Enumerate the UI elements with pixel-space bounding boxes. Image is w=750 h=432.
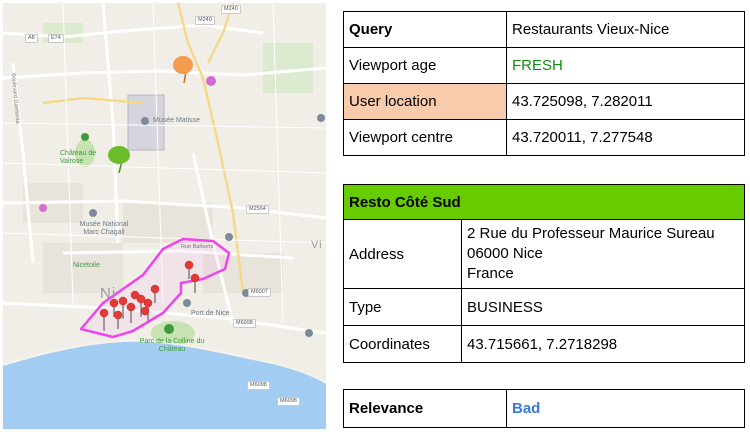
table-row: Address 2 Rue du Professeur Maurice Sure… — [343, 219, 745, 289]
road-shield: M6007 — [248, 288, 271, 297]
viewport-age-value: FRESH — [506, 47, 745, 84]
road-shield: M6098 — [233, 319, 256, 328]
address-line: 06000 Nice — [467, 245, 543, 262]
road-shield: A8 — [25, 34, 38, 43]
relevance-label: Relevance — [343, 389, 507, 428]
query-label: Query — [343, 11, 507, 48]
address-line: 2 Rue du Professeur Maurice Sureau — [467, 225, 715, 242]
query-value: Restaurants Vieux-Nice — [506, 11, 745, 48]
table-row: Type BUSINESS — [343, 288, 745, 326]
address-line: France — [467, 265, 514, 282]
map-label-nicetoile: Nicetoile — [73, 262, 100, 269]
query-table: Query Restaurants Vieux-Nice Viewport ag… — [343, 11, 745, 156]
road-shield: M240 — [195, 16, 215, 25]
table-row: Resto Côté Sud — [343, 184, 745, 220]
type-label: Type — [343, 288, 462, 326]
relevance-table: Relevance Bad — [343, 389, 745, 428]
road-shield: M6098 — [247, 381, 270, 390]
address-value: 2 Rue du Professeur Maurice Sureau 06000… — [461, 219, 745, 289]
map-label-chateau-valrose: Château de Valrose — [60, 150, 97, 165]
map-label-musee-matisse: Musée Matisse — [153, 117, 201, 124]
map-label-vi: Vi — [311, 239, 323, 251]
user-location-label: User location — [343, 83, 507, 120]
road-shield: M2564 — [246, 205, 269, 214]
road-shield: M240 — [221, 5, 241, 14]
viewport-age-label: Viewport age — [343, 47, 507, 84]
relevance-value: Bad — [506, 389, 745, 428]
type-value: BUSINESS — [461, 288, 745, 326]
map-label-port-de-nice: Port de Nice — [191, 310, 230, 317]
table-row: User location 43.725098, 7.282011 — [343, 83, 745, 120]
viewport-centre-value: 43.720011, 7.277548 — [506, 119, 745, 156]
user-location-value: 43.725098, 7.282011 — [506, 83, 745, 120]
map-view[interactable]: Musée Matisse Château de Valrose Musée N… — [3, 3, 326, 429]
road-shield: M6098 — [277, 397, 300, 406]
coordinates-value: 43.715661, 7.2718298 — [461, 325, 745, 363]
coordinates-label: Coordinates — [343, 325, 462, 363]
map-label-nice: Ni — [100, 285, 117, 302]
map-label-rue-barberis: Rue Barberis — [181, 244, 214, 250]
address-label: Address — [343, 219, 462, 289]
table-row: Coordinates 43.715661, 7.2718298 — [343, 325, 745, 363]
table-row: Query Restaurants Vieux-Nice — [343, 11, 745, 48]
road-shield: E74 — [48, 34, 64, 43]
map-canvas — [3, 3, 326, 429]
result-table: Resto Côté Sud Address 2 Rue du Professe… — [343, 184, 745, 363]
table-row: Viewport age FRESH — [343, 47, 745, 84]
result-name: Resto Côté Sud — [343, 184, 745, 220]
table-row: Relevance Bad — [343, 389, 745, 428]
table-row: Viewport centre 43.720011, 7.277548 — [343, 119, 745, 156]
map-label-musee-chagall: Musée National Marc Chagall — [79, 221, 129, 236]
map-label-parc-chateau: Parc de la Colline du Château — [139, 338, 205, 353]
viewport-centre-label: Viewport centre — [343, 119, 507, 156]
